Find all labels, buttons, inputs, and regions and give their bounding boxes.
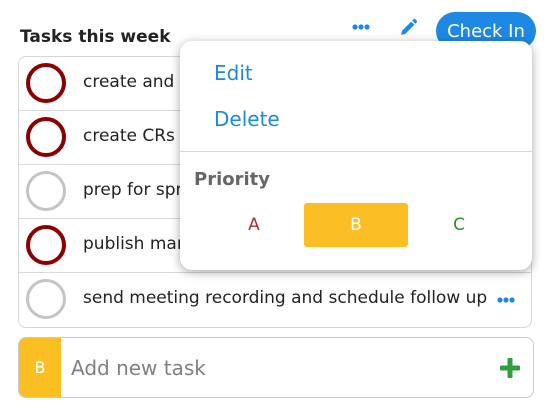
task-checkbox[interactable] bbox=[26, 279, 66, 319]
task-actions-popup: Edit Delete Priority A B C bbox=[180, 41, 532, 270]
delete-menu-item[interactable]: Delete bbox=[214, 107, 280, 131]
pencil-icon[interactable] bbox=[398, 18, 418, 38]
more-dots-icon[interactable] bbox=[350, 16, 372, 38]
task-text: prep for spri bbox=[83, 180, 188, 200]
popup-divider bbox=[180, 151, 532, 152]
priority-badge[interactable]: B bbox=[19, 338, 61, 397]
task-checkbox[interactable] bbox=[26, 63, 66, 103]
task-text: publish man bbox=[83, 234, 188, 254]
page-title: Tasks this week bbox=[20, 27, 171, 47]
priority-heading: Priority bbox=[194, 169, 270, 190]
add-task-input[interactable] bbox=[69, 350, 433, 386]
priority-option-c[interactable]: C bbox=[407, 203, 511, 247]
task-text: create CRs fr bbox=[83, 126, 194, 146]
task-row[interactable]: send meeting recording and schedule foll… bbox=[19, 273, 531, 327]
plus-icon[interactable] bbox=[499, 357, 521, 379]
priority-option-b[interactable]: B bbox=[304, 203, 408, 247]
task-checkbox[interactable] bbox=[26, 171, 66, 211]
more-dots-icon[interactable] bbox=[495, 289, 517, 311]
tasks-page: Tasks this week Check In create and p cr… bbox=[0, 0, 551, 410]
add-task-bar: B bbox=[18, 337, 534, 398]
task-checkbox[interactable] bbox=[26, 225, 66, 265]
task-text: create and p bbox=[83, 72, 191, 92]
task-checkbox[interactable] bbox=[26, 117, 66, 157]
edit-menu-item[interactable]: Edit bbox=[214, 61, 253, 85]
task-text: send meeting recording and schedule foll… bbox=[83, 288, 488, 308]
priority-option-a[interactable]: A bbox=[202, 203, 306, 247]
